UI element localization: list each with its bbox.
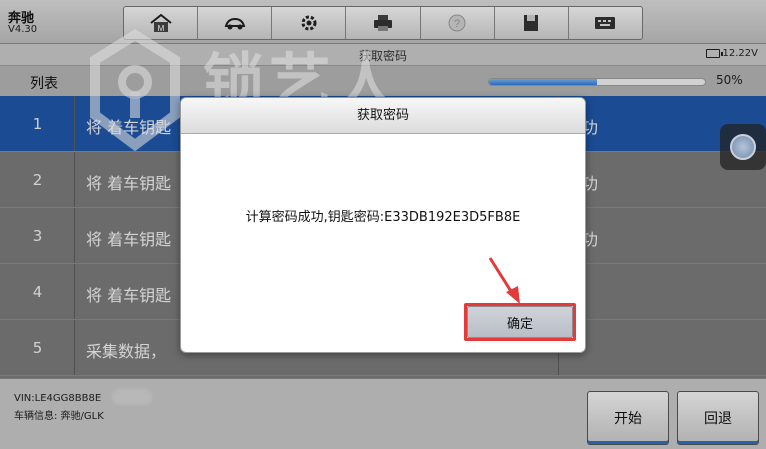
dialog-message: 计算密码成功,钥匙密码:E33DB192E3D5FB8E xyxy=(245,210,521,225)
dialog-title: 获取密码 xyxy=(181,98,585,134)
confirm-highlight-box xyxy=(464,303,576,341)
pointer-arrow-icon xyxy=(488,257,520,304)
